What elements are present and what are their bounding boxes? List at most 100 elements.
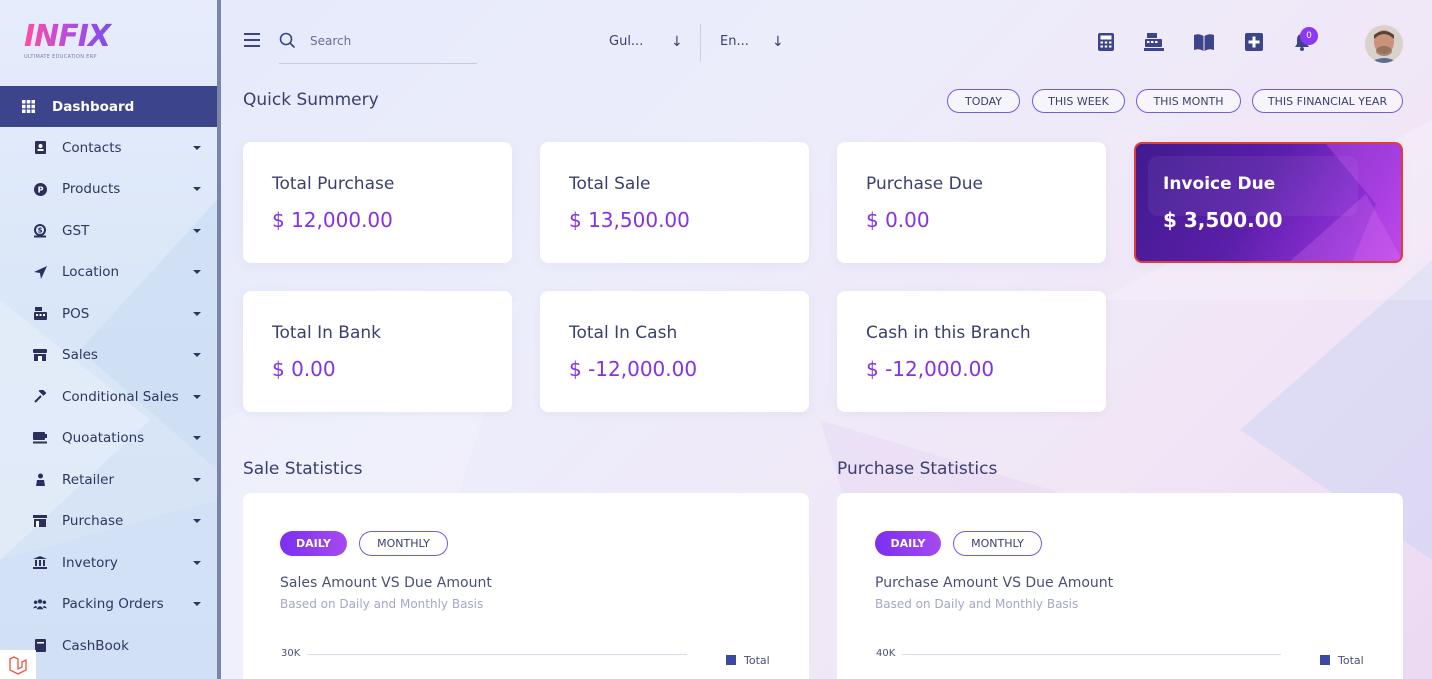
search-box	[279, 30, 477, 64]
sidebar-item-contacts[interactable]: Contacts	[0, 127, 217, 169]
card-value: $ -12,000.00	[866, 357, 995, 381]
filter-today-button[interactable]: TODAY	[947, 89, 1020, 113]
sidebar-item-packing-orders[interactable]: Packing Orders	[0, 584, 217, 626]
card-value: $ 12,000.00	[272, 208, 393, 232]
sidebar-item-label: Packing Orders	[62, 596, 164, 613]
purchase-monthly-tab[interactable]: MONTHLY	[953, 531, 1042, 556]
sidebar-item-quotations[interactable]: Quoatations	[0, 418, 217, 460]
chevron-down-icon	[193, 353, 201, 358]
summary-card-purchase-due[interactable]: Purchase Due $ 0.00	[837, 142, 1106, 263]
chevron-down-icon	[193, 270, 201, 275]
sidebar-item-sales[interactable]: Sales	[0, 335, 217, 377]
menu-toggle-icon[interactable]	[244, 33, 260, 47]
chevron-down-icon	[193, 145, 201, 150]
book-icon[interactable]	[1193, 33, 1215, 51]
summary-card-total-in-bank[interactable]: Total In Bank $ 0.00	[243, 291, 512, 412]
products-icon: P	[33, 182, 47, 196]
sidebar-item-label: POS	[62, 305, 90, 322]
summary-card-total-purchase[interactable]: Total Purchase $ 12,000.00	[243, 142, 512, 263]
search-input[interactable]	[310, 34, 470, 48]
card-title: Cash in this Branch	[866, 323, 1031, 343]
plus-square-icon[interactable]	[1245, 33, 1263, 51]
sale-daily-tab[interactable]: DAILY	[280, 531, 347, 556]
filter-this-week-button[interactable]: THIS WEEK	[1032, 89, 1125, 113]
summary-card-cash-in-branch[interactable]: Cash in this Branch $ -12,000.00	[837, 291, 1106, 412]
sidebar-item-label: Location	[62, 264, 120, 281]
language-select[interactable]: En...	[720, 34, 749, 49]
card-title: Total Sale	[569, 174, 651, 194]
sidebar-item-label: Products	[62, 181, 121, 198]
notification-count-badge: 0	[1300, 27, 1318, 45]
card-value: $ 0.00	[866, 208, 930, 232]
card-value: $ 3,500.00	[1163, 208, 1283, 232]
purchase-y-tick-label: 40K	[876, 648, 896, 659]
gavel-icon	[33, 390, 47, 404]
sidebar-scrollbar[interactable]	[217, 0, 221, 679]
sidebar: INFIX ULTIMATE EDUCATION ERP Dashboard C…	[0, 0, 217, 679]
sale-chart-subtitle: Based on Daily and Monthly Basis	[280, 597, 484, 611]
svg-text:P: P	[37, 185, 43, 194]
chevron-down-icon	[193, 519, 201, 524]
sidebar-item-retailer[interactable]: Retailer	[0, 459, 217, 501]
card-value: $ -12,000.00	[569, 357, 698, 381]
sidebar-item-products[interactable]: P Products	[0, 169, 217, 211]
cash-register-icon[interactable]	[1144, 33, 1164, 51]
card-value: $ 13,500.00	[569, 208, 690, 232]
purchase-legend-label[interactable]: Total	[1338, 654, 1364, 667]
purchase-chart-gridline	[902, 654, 1281, 655]
sidebar-item-label: Retailer	[62, 471, 115, 488]
sidebar-item-label: Conditional Sales	[62, 388, 179, 405]
purchase-chart-subtitle: Based on Daily and Monthly Basis	[875, 597, 1079, 611]
calculator-icon[interactable]	[1097, 33, 1115, 51]
card-title: Purchase Due	[866, 174, 983, 194]
app-logo[interactable]: INFIX ULTIMATE EDUCATION ERP	[24, 22, 124, 66]
sidebar-item-label: Contacts	[62, 139, 122, 156]
logo-subtitle: ULTIMATE EDUCATION ERP	[24, 54, 97, 60]
filter-this-month-button[interactable]: THIS MONTH	[1136, 89, 1241, 113]
location-icon	[33, 265, 47, 279]
arrow-down-icon[interactable]: ↓	[772, 34, 784, 50]
sidebar-item-purchase[interactable]: Purchase	[0, 501, 217, 543]
header-divider	[700, 24, 701, 62]
card-value: $ 0.00	[272, 357, 336, 381]
laravel-icon[interactable]	[0, 650, 36, 679]
pos-icon	[33, 307, 47, 321]
summary-card-total-sale[interactable]: Total Sale $ 13,500.00	[540, 142, 809, 263]
purchase-statistics-panel: DAILY MONTHLY Purchase Amount VS Due Amo…	[837, 493, 1403, 679]
sidebar-item-location[interactable]: Location	[0, 252, 217, 294]
logo-text: INFIX	[24, 22, 124, 52]
summary-card-total-in-cash[interactable]: Total In Cash $ -12,000.00	[540, 291, 809, 412]
card-decoration	[1148, 144, 1401, 261]
svg-text:$: $	[38, 226, 43, 234]
purchase-daily-tab[interactable]: DAILY	[875, 531, 941, 556]
sales-icon	[33, 348, 47, 362]
sidebar-item-pos[interactable]: POS	[0, 293, 217, 335]
sidebar-item-inventory[interactable]: Invetory	[0, 542, 217, 584]
purchase-statistics-title: Purchase Statistics	[837, 459, 998, 479]
sidebar-item-label: Quoatations	[62, 430, 145, 447]
retailer-icon	[33, 473, 47, 487]
contacts-icon	[33, 141, 47, 155]
arrow-down-icon[interactable]: ↓	[671, 34, 683, 50]
sidebar-item-dashboard[interactable]: Dashboard	[0, 86, 217, 127]
chevron-down-icon	[193, 477, 201, 482]
sale-chart-gridline	[307, 654, 687, 655]
sidebar-item-label: CashBook	[62, 637, 129, 654]
branch-select[interactable]: Gul...	[609, 34, 643, 49]
chevron-down-icon	[193, 602, 201, 607]
users-icon	[33, 597, 47, 611]
purchase-chart-title: Purchase Amount VS Due Amount	[875, 575, 1114, 591]
sale-monthly-tab[interactable]: MONTHLY	[359, 531, 448, 556]
summary-card-invoice-due[interactable]: Invoice Due $ 3,500.00	[1134, 142, 1403, 263]
chevron-down-icon	[193, 394, 201, 399]
sale-legend-label[interactable]: Total	[744, 654, 770, 667]
filter-this-financial-year-button[interactable]: THIS FINANCIAL YEAR	[1252, 89, 1403, 113]
grid-icon	[21, 100, 35, 114]
sidebar-item-conditional-sales[interactable]: Conditional Sales	[0, 376, 217, 418]
sidebar-item-gst[interactable]: $ GST	[0, 210, 217, 252]
card-title: Invoice Due	[1163, 174, 1276, 194]
user-avatar[interactable]	[1365, 25, 1403, 63]
sidebar-item-label: Sales	[62, 347, 98, 364]
search-icon	[279, 32, 296, 49]
sale-chart-title: Sales Amount VS Due Amount	[280, 575, 492, 591]
